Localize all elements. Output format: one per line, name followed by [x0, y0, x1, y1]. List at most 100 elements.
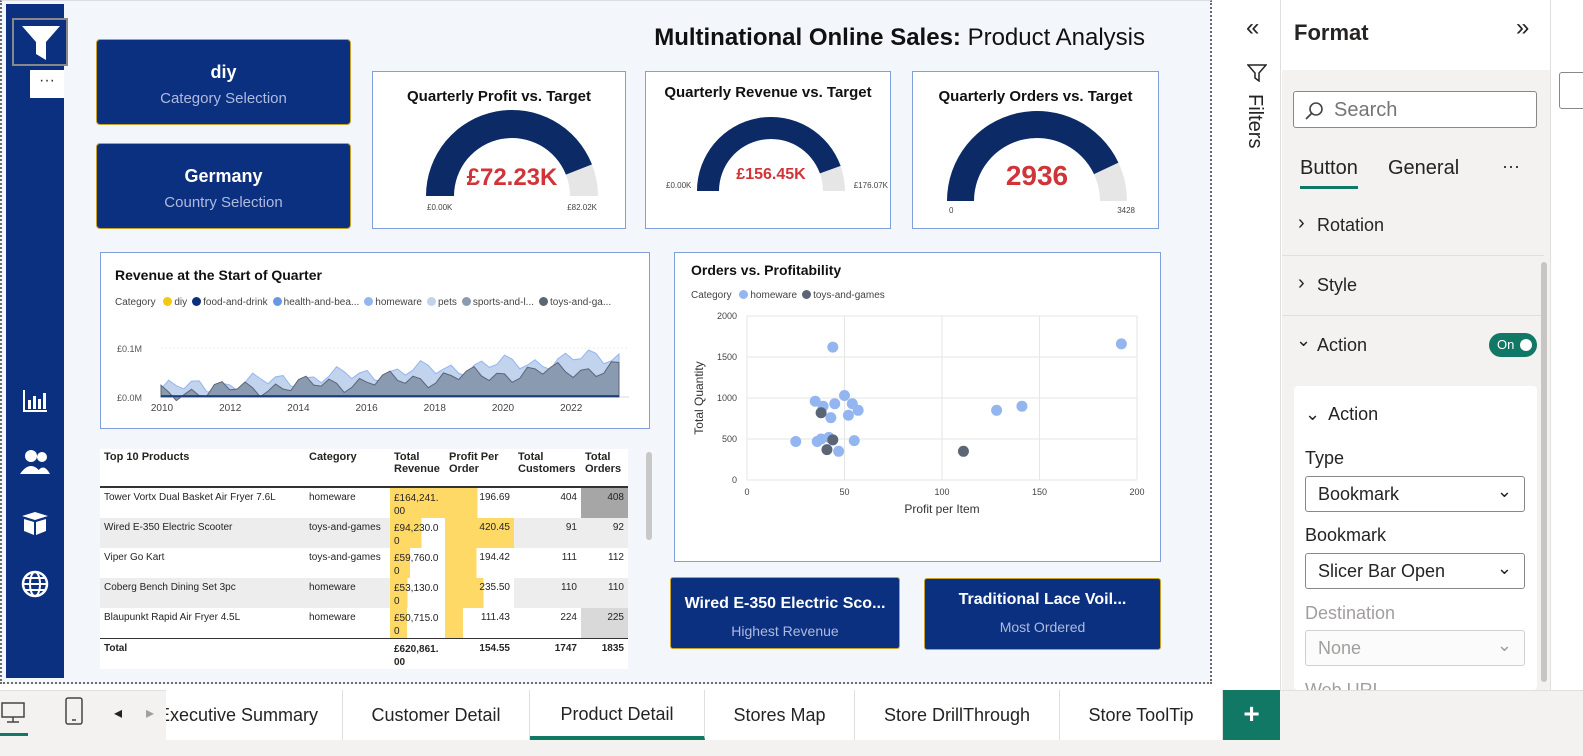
col-product[interactable]: Top 10 Products — [100, 449, 305, 488]
scatter-point — [991, 404, 1003, 416]
scatter-point — [852, 404, 864, 416]
tab-button[interactable]: Button — [1300, 157, 1358, 189]
scatter-point — [790, 435, 802, 447]
more-tabs-icon[interactable]: ··· — [1502, 156, 1520, 177]
format-search-box[interactable] — [1293, 91, 1537, 128]
desktop-view-icon[interactable] — [0, 696, 28, 736]
cell-product: Tower Vortx Dual Basket Air Fryer 7.6L — [104, 492, 276, 503]
format-search-input[interactable] — [1334, 98, 1524, 122]
rotation-label: Rotation — [1317, 215, 1385, 235]
cell-category: homeware — [309, 612, 356, 623]
table-scrollbar[interactable] — [646, 452, 652, 540]
action-toggle[interactable]: On — [1489, 333, 1537, 357]
col-revenue[interactable]: Total Revenue — [390, 449, 445, 488]
filter-funnel-button[interactable] — [12, 18, 68, 66]
gauge-max-label: 3428 — [1117, 206, 1135, 215]
orders-vs-profitability-chart[interactable]: Orders vs. Profitability Category homewa… — [674, 252, 1161, 562]
scroll-right-icon[interactable]: ▸ — [146, 703, 154, 723]
scatter-point — [1016, 400, 1028, 412]
cell-product: Coberg Bench Dining Set 3pc — [100, 578, 305, 608]
table-row[interactable]: Coberg Bench Dining Set 3pc homeware £53,1… — [100, 578, 628, 608]
highest-revenue-button[interactable]: Wired E-350 Electric Sco... Highest Reve… — [670, 577, 900, 649]
scroll-left-icon[interactable]: ◂ — [114, 703, 122, 723]
revenue-gauge-card[interactable]: Quarterly Revenue vs. Target £156.45K £0.0… — [645, 71, 891, 229]
top-products-table[interactable]: Top 10 Products Category Total Revenue P… — [100, 449, 628, 669]
page-tab[interactable]: Store ToolTip — [1060, 690, 1223, 740]
scatter-y-tick: 500 — [722, 434, 737, 444]
scatter-y-tick: 2000 — [717, 311, 737, 321]
chevron-down-icon: ⌄ — [1296, 330, 1312, 350]
col-customers[interactable]: Total Customers — [514, 449, 581, 488]
chevron-down-icon: ⌄ — [1496, 481, 1512, 501]
total-cell: Total — [100, 638, 305, 669]
globe-icon[interactable] — [20, 570, 50, 600]
cell-product: Wired E-350 Electric Scooter — [100, 518, 305, 548]
page-tab[interactable]: Store DrillThrough — [855, 690, 1060, 740]
page-tab[interactable]: Product Detail — [530, 690, 705, 740]
country-selection-button[interactable]: Germany Country Selection — [96, 143, 351, 229]
cell-category: homeware — [309, 492, 356, 503]
customers-icon[interactable] — [20, 448, 50, 478]
scatter-point — [815, 407, 827, 419]
revenue-area-chart[interactable]: Revenue at the Start of Quarter Category… — [100, 252, 650, 429]
more-options-icon[interactable]: ··· — [30, 70, 64, 98]
table-row[interactable]: Wired E-350 Electric Scooter toys-and-gam… — [100, 518, 628, 548]
profit-gauge-card[interactable]: Quarterly Profit vs. Target £72.23K £0.00K… — [372, 71, 626, 229]
cell-customers: 91 — [514, 518, 581, 548]
cell-orders: 225 — [581, 608, 628, 639]
section-action[interactable]: ⌄ Action On — [1282, 318, 1544, 376]
product-box-icon[interactable] — [20, 510, 50, 540]
data-pane-search-edge[interactable] — [1559, 72, 1583, 109]
destination-dropdown: None ⌄ — [1305, 630, 1525, 666]
table-row[interactable]: Viper Go Kart toys-and-games £59,760.00 194… — [100, 548, 628, 578]
cell-revenue: £50,715.00 — [390, 608, 445, 639]
page-tab[interactable]: Customer Detail — [343, 690, 530, 740]
chevron-down-icon: ⌄ — [1305, 404, 1321, 424]
gauge-value: £72.23K — [467, 164, 558, 191]
table-row[interactable]: Tower Vortx Dual Basket Air Fryer 7.6L ho… — [100, 487, 628, 518]
filter-outline-icon — [1247, 64, 1267, 82]
scatter-point — [848, 435, 860, 447]
most-ordered-label: Most Ordered — [999, 619, 1086, 635]
category-selection-button[interactable]: diy Category Selection — [96, 39, 351, 125]
chevron-down-icon: ⌄ — [1496, 558, 1512, 578]
col-orders[interactable]: Total Orders — [581, 449, 628, 488]
format-title: Format — [1294, 20, 1369, 45]
pane-scrollbar[interactable] — [1541, 262, 1547, 682]
filters-pane-collapsed[interactable]: « Filters — [1233, 0, 1281, 690]
gauge-arc: 2936 0 3428 — [947, 111, 1136, 215]
action-sub-header[interactable]: ⌄ Action — [1305, 404, 1378, 425]
table-header-row: Top 10 Products Category Total Revenue P… — [100, 449, 628, 488]
section-style[interactable]: › Style — [1282, 258, 1544, 316]
orders-gauge-card[interactable]: Quarterly Orders vs. Target 2936 0 3428 — [912, 71, 1159, 229]
section-rotation[interactable]: › Rotation — [1282, 198, 1544, 256]
col-category[interactable]: Category — [305, 449, 390, 488]
cell-orders: 408 — [581, 487, 628, 518]
area-x-tick: 2014 — [287, 403, 310, 414]
mobile-view-icon[interactable] — [64, 697, 84, 730]
area-plot: £0.1M £0.0M 2010 2012 2014 2016 2018 2020 2022 — [117, 344, 629, 414]
bookmark-dropdown[interactable]: Slicer Bar Open ⌄ — [1305, 553, 1525, 589]
cell-customers: 110 — [514, 578, 581, 608]
type-dropdown[interactable]: Bookmark ⌄ — [1305, 476, 1525, 512]
col-profit[interactable]: Profit Per Order — [445, 449, 514, 488]
bar-chart-icon[interactable] — [20, 388, 50, 418]
scatter-point — [957, 445, 969, 457]
funnel-icon — [22, 26, 60, 60]
filters-label: Filters — [1244, 94, 1266, 149]
tab-general[interactable]: General — [1388, 157, 1459, 180]
tab-button-label: Button — [1300, 157, 1358, 179]
most-ordered-button[interactable]: Traditional Lace Voil... Most Ordered — [924, 578, 1161, 650]
table-row[interactable]: Blaupunkt Rapid Air Fryer 4.5L homeware £5… — [100, 608, 628, 639]
chevron-down-icon: ⌄ — [1496, 635, 1512, 655]
scatter-y-tick: 1000 — [717, 393, 737, 403]
page-tab[interactable]: Stores Map — [705, 690, 855, 740]
expand-left-icon[interactable]: « — [1246, 14, 1259, 42]
add-page-button[interactable]: + — [1223, 690, 1280, 740]
cell-revenue: £59,760.00 — [390, 548, 445, 578]
collapse-right-icon[interactable]: » — [1516, 14, 1529, 42]
scatter-x-tick: 150 — [1032, 487, 1047, 497]
page-tab[interactable]: Executive Summary — [166, 690, 343, 740]
scatter-point — [833, 445, 845, 457]
chevron-right-icon: › — [1298, 212, 1305, 234]
